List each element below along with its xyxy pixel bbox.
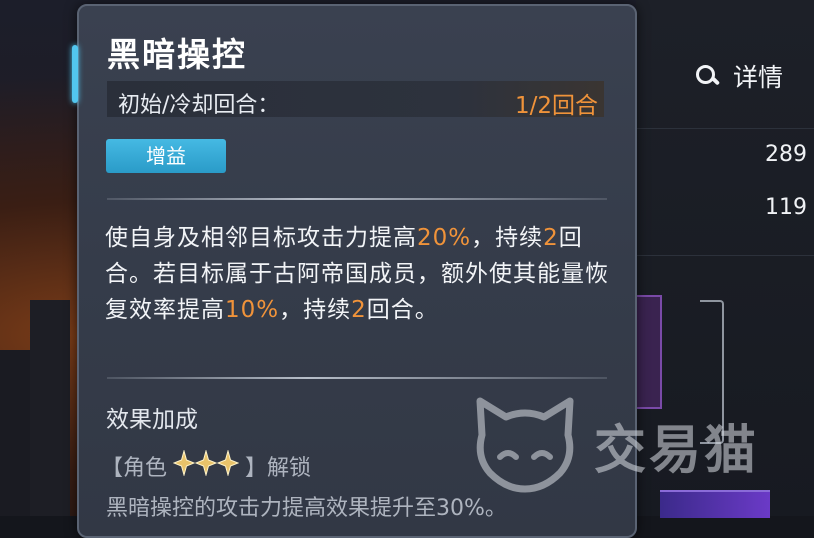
description-value: 2 [351,297,367,323]
stat-value-1: 289 [765,142,807,167]
description-value: 20% [417,225,472,251]
description-text: ，持续 [279,297,352,323]
stat-value-2: 119 [765,195,807,220]
bonus-text: 黑暗操控的攻击力提高效果提升至30%。 [106,496,507,521]
bonus-header: 效果加成 [106,407,198,433]
description-text: ，持续 [471,225,544,251]
buff-tag: 增益 [106,139,226,173]
star-icon [217,450,240,476]
watermark-text: 交易猫 [594,420,760,481]
watermark: 交易猫 [470,395,759,495]
right-panel-divider [636,255,814,256]
skill-title: 黑暗操控 [107,35,247,74]
skill-description: 使自身及相邻目标攻击力提高20%，持续2回合。若目标属于古阿帝国成员，额外使其能… [105,220,615,328]
unlock-prefix: 【角色 [101,456,168,481]
star-icon [173,450,196,476]
unlock-requirement: 【角色 】解锁 [101,450,311,482]
cat-logo-icon [476,397,574,493]
description-text: 回合。 [366,297,439,323]
detail-button[interactable]: 详情 [695,58,783,94]
detail-label: 详情 [733,63,784,92]
star-icon [195,450,218,476]
divider [107,377,607,379]
character-card[interactable] [634,295,662,409]
right-panel-divider [636,128,814,129]
description-value: 2 [543,225,559,251]
unlock-suffix: 】解锁 [245,456,312,481]
rank-stars [173,450,240,482]
background-building [30,300,70,516]
cooldown-value: 1/2回合 [514,93,598,119]
description-value: 10% [225,297,280,323]
description-text: 使自身及相邻目标攻击力提高 [105,225,417,251]
cooldown-label: 初始/冷却回合： [118,93,280,118]
tooltip-accent-bar [72,45,78,103]
search-icon [695,64,719,88]
divider [107,198,607,200]
